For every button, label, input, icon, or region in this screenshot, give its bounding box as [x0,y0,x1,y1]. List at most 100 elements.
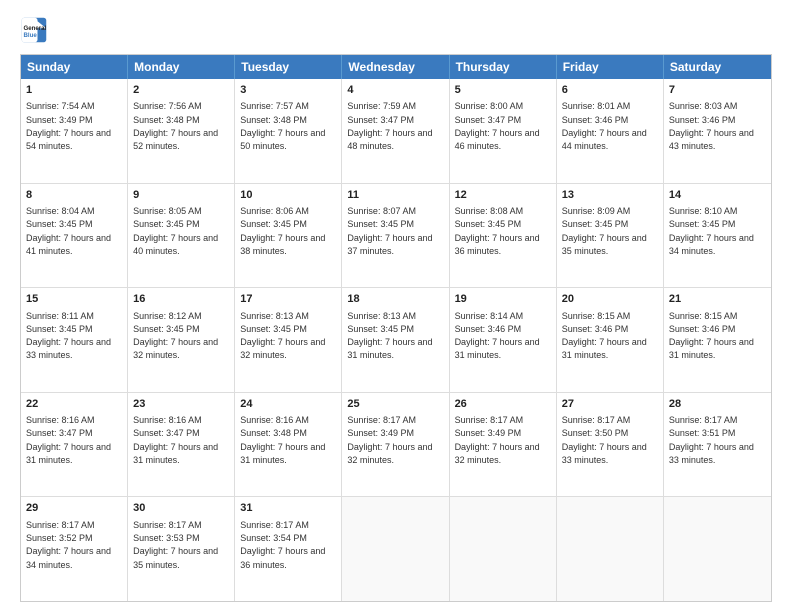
cell-info: Sunrise: 8:17 AMSunset: 3:52 PMDaylight:… [26,520,111,570]
calendar-cell: 28 Sunrise: 8:17 AMSunset: 3:51 PMDayligh… [664,393,771,497]
calendar: SundayMondayTuesdayWednesdayThursdayFrid… [20,54,772,602]
calendar-cell: 31 Sunrise: 8:17 AMSunset: 3:54 PMDayligh… [235,497,342,601]
cell-info: Sunrise: 8:13 AMSunset: 3:45 PMDaylight:… [240,311,325,361]
cell-info: Sunrise: 8:17 AMSunset: 3:49 PMDaylight:… [347,415,432,465]
calendar-cell: 15Sunrise: 8:11 AMSunset: 3:45 PMDayligh… [21,288,128,392]
cell-info: Sunrise: 8:14 AMSunset: 3:46 PMDaylight:… [455,311,540,361]
cell-info: Sunrise: 8:13 AMSunset: 3:45 PMDaylight:… [347,311,432,361]
cell-info: Sunrise: 8:06 AMSunset: 3:45 PMDaylight:… [240,206,325,256]
day-number: 18 [347,292,443,307]
calendar-cell: 8Sunrise: 8:04 AMSunset: 3:45 PMDaylight… [21,184,128,288]
day-number: 13 [562,188,658,203]
calendar-cell [450,497,557,601]
calendar-cell: 9 Sunrise: 8:05 AMSunset: 3:45 PMDaylight… [128,184,235,288]
calendar-header-cell: Tuesday [235,55,342,79]
cell-info: Sunrise: 8:05 AMSunset: 3:45 PMDaylight:… [133,206,218,256]
calendar-cell: 18 Sunrise: 8:13 AMSunset: 3:45 PMDayligh… [342,288,449,392]
calendar-cell: 21 Sunrise: 8:15 AMSunset: 3:46 PMDayligh… [664,288,771,392]
logo: General Blue [20,16,48,44]
calendar-cell: 5 Sunrise: 8:00 AMSunset: 3:47 PMDaylight… [450,79,557,183]
cell-info: Sunrise: 7:57 AMSunset: 3:48 PMDaylight:… [240,101,325,151]
cell-info: Sunrise: 8:17 AMSunset: 3:54 PMDaylight:… [240,520,325,570]
day-number: 9 [133,188,229,203]
calendar-cell: 11 Sunrise: 8:07 AMSunset: 3:45 PMDayligh… [342,184,449,288]
cell-info: Sunrise: 8:09 AMSunset: 3:45 PMDaylight:… [562,206,647,256]
calendar-cell: 24Sunrise: 8:16 AMSunset: 3:48 PMDayligh… [235,393,342,497]
cell-info: Sunrise: 8:15 AMSunset: 3:46 PMDaylight:… [562,311,647,361]
calendar-cell: 1Sunrise: 7:54 AMSunset: 3:49 PMDaylight… [21,79,128,183]
day-number: 15 [26,292,122,307]
calendar-row: 29Sunrise: 8:17 AMSunset: 3:52 PMDayligh… [21,497,771,601]
calendar-cell: 14 Sunrise: 8:10 AMSunset: 3:45 PMDayligh… [664,184,771,288]
day-number: 11 [347,188,443,203]
calendar-cell: 19 Sunrise: 8:14 AMSunset: 3:46 PMDayligh… [450,288,557,392]
day-number: 5 [455,83,551,98]
day-number: 2 [133,83,229,98]
cell-info: Sunrise: 8:17 AMSunset: 3:50 PMDaylight:… [562,415,647,465]
cell-info: Sunrise: 7:59 AMSunset: 3:47 PMDaylight:… [347,101,432,151]
cell-info: Sunrise: 8:10 AMSunset: 3:45 PMDaylight:… [669,206,754,256]
calendar-cell: 23 Sunrise: 8:16 AMSunset: 3:47 PMDayligh… [128,393,235,497]
calendar-cell: 12 Sunrise: 8:08 AMSunset: 3:45 PMDayligh… [450,184,557,288]
cell-info: Sunrise: 8:04 AMSunset: 3:45 PMDaylight:… [26,206,111,256]
day-number: 6 [562,83,658,98]
day-number: 26 [455,397,551,412]
calendar-cell: 16 Sunrise: 8:12 AMSunset: 3:45 PMDayligh… [128,288,235,392]
calendar-header-cell: Thursday [450,55,557,79]
calendar-cell: 22 Sunrise: 8:16 AMSunset: 3:47 PMDayligh… [21,393,128,497]
header: General Blue [20,16,772,44]
calendar-cell [664,497,771,601]
page: General Blue SundayMondayTuesdayWednesda… [0,0,792,612]
calendar-row: 15Sunrise: 8:11 AMSunset: 3:45 PMDayligh… [21,288,771,393]
cell-info: Sunrise: 8:17 AMSunset: 3:51 PMDaylight:… [669,415,754,465]
day-number: 27 [562,397,658,412]
calendar-header: SundayMondayTuesdayWednesdayThursdayFrid… [21,55,771,79]
svg-text:Blue: Blue [24,32,38,39]
calendar-row: 22 Sunrise: 8:16 AMSunset: 3:47 PMDayligh… [21,393,771,498]
day-number: 22 [26,397,122,412]
day-number: 23 [133,397,229,412]
calendar-header-cell: Monday [128,55,235,79]
cell-info: Sunrise: 8:01 AMSunset: 3:46 PMDaylight:… [562,101,647,151]
calendar-cell: 20Sunrise: 8:15 AMSunset: 3:46 PMDayligh… [557,288,664,392]
day-number: 25 [347,397,443,412]
cell-info: Sunrise: 8:08 AMSunset: 3:45 PMDaylight:… [455,206,540,256]
day-number: 12 [455,188,551,203]
calendar-body: 1Sunrise: 7:54 AMSunset: 3:49 PMDaylight… [21,79,771,601]
calendar-cell: 30Sunrise: 8:17 AMSunset: 3:53 PMDayligh… [128,497,235,601]
day-number: 21 [669,292,766,307]
calendar-cell: 29Sunrise: 8:17 AMSunset: 3:52 PMDayligh… [21,497,128,601]
calendar-cell: 26 Sunrise: 8:17 AMSunset: 3:49 PMDayligh… [450,393,557,497]
cell-info: Sunrise: 8:16 AMSunset: 3:47 PMDaylight:… [26,415,111,465]
cell-info: Sunrise: 8:00 AMSunset: 3:47 PMDaylight:… [455,101,540,151]
logo-icon: General Blue [20,16,48,44]
calendar-header-cell: Saturday [664,55,771,79]
cell-info: Sunrise: 8:17 AMSunset: 3:49 PMDaylight:… [455,415,540,465]
calendar-cell: 10 Sunrise: 8:06 AMSunset: 3:45 PMDayligh… [235,184,342,288]
day-number: 31 [240,501,336,516]
cell-info: Sunrise: 8:12 AMSunset: 3:45 PMDaylight:… [133,311,218,361]
calendar-cell: 3 Sunrise: 7:57 AMSunset: 3:48 PMDaylight… [235,79,342,183]
calendar-cell [557,497,664,601]
calendar-cell: 25 Sunrise: 8:17 AMSunset: 3:49 PMDayligh… [342,393,449,497]
calendar-header-cell: Wednesday [342,55,449,79]
cell-info: Sunrise: 8:16 AMSunset: 3:48 PMDaylight:… [240,415,325,465]
cell-info: Sunrise: 8:15 AMSunset: 3:46 PMDaylight:… [669,311,754,361]
calendar-cell: 4Sunrise: 7:59 AMSunset: 3:47 PMDaylight… [342,79,449,183]
calendar-cell: 13 Sunrise: 8:09 AMSunset: 3:45 PMDayligh… [557,184,664,288]
day-number: 10 [240,188,336,203]
calendar-row: 1Sunrise: 7:54 AMSunset: 3:49 PMDaylight… [21,79,771,184]
day-number: 3 [240,83,336,98]
day-number: 7 [669,83,766,98]
calendar-cell: 17 Sunrise: 8:13 AMSunset: 3:45 PMDayligh… [235,288,342,392]
day-number: 17 [240,292,336,307]
day-number: 19 [455,292,551,307]
day-number: 16 [133,292,229,307]
day-number: 30 [133,501,229,516]
day-number: 28 [669,397,766,412]
calendar-cell: 2Sunrise: 7:56 AMSunset: 3:48 PMDaylight… [128,79,235,183]
cell-info: Sunrise: 8:16 AMSunset: 3:47 PMDaylight:… [133,415,218,465]
svg-text:General: General [24,25,47,32]
day-number: 14 [669,188,766,203]
cell-info: Sunrise: 8:07 AMSunset: 3:45 PMDaylight:… [347,206,432,256]
